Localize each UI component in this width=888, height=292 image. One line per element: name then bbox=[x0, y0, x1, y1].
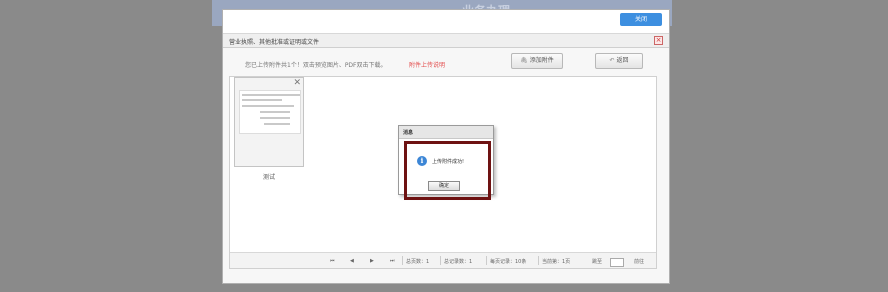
paperclip-icon: 🖇 bbox=[520, 57, 528, 64]
prev-page-icon[interactable]: ◀ bbox=[350, 258, 354, 264]
message-title-bar: 消息 bbox=[399, 126, 493, 139]
first-page-icon[interactable]: ⏮ bbox=[330, 258, 335, 264]
remove-attachment-icon[interactable]: ✕ bbox=[293, 78, 301, 88]
attachment-thumbnail[interactable]: ✕ bbox=[234, 77, 304, 167]
outer-panel-top bbox=[223, 10, 669, 34]
jump-label: 跳至 bbox=[592, 259, 603, 265]
dialog-toolbar: 您已上传附件共1个！双击预览图片、PDF双击下载。 附件上传说明 🖇 添加附件 ↶… bbox=[223, 48, 669, 78]
go-button[interactable]: 前往 bbox=[634, 258, 644, 265]
total-records: 总记录数：1 bbox=[444, 259, 473, 265]
back-label: 返回 bbox=[616, 57, 629, 64]
dialog-close-icon[interactable]: × bbox=[654, 36, 663, 45]
total-pages: 总页数：1 bbox=[406, 259, 430, 265]
upload-hint: 您已上传附件共1个！双击预览图片、PDF双击下载。 bbox=[245, 62, 387, 69]
highlight-frame bbox=[404, 141, 491, 200]
records-per-page: 每页记录：10条 bbox=[490, 259, 527, 265]
last-page-icon[interactable]: ⏭ bbox=[390, 258, 395, 264]
dialog-title: 营业执照、其他批准或证明或文件 bbox=[229, 39, 320, 46]
attachment-name: 测试 bbox=[262, 174, 275, 181]
add-attachment-button[interactable]: 🖇 添加附件 bbox=[511, 53, 563, 69]
back-button[interactable]: ↶ 返回 bbox=[595, 53, 643, 69]
add-attachment-label: 添加附件 bbox=[529, 57, 554, 64]
message-title: 消息 bbox=[403, 130, 414, 136]
document-preview bbox=[239, 90, 301, 134]
next-page-icon[interactable]: ▶ bbox=[370, 258, 374, 264]
pagination-bar: ⏮ ◀ ▶ ⏭ 总页数：1 总记录数：1 每页记录：10条 当前第：1页 跳至 … bbox=[230, 252, 656, 268]
upload-instructions-link[interactable]: 附件上传说明 bbox=[409, 60, 445, 69]
undo-icon: ↶ bbox=[609, 57, 615, 64]
background-close-button[interactable]: 关闭 bbox=[620, 13, 662, 26]
current-page: 当前第：1页 bbox=[542, 259, 571, 265]
page-number-input[interactable] bbox=[610, 258, 624, 267]
dialog-header: 营业执照、其他批准或证明或文件 × bbox=[223, 34, 669, 48]
